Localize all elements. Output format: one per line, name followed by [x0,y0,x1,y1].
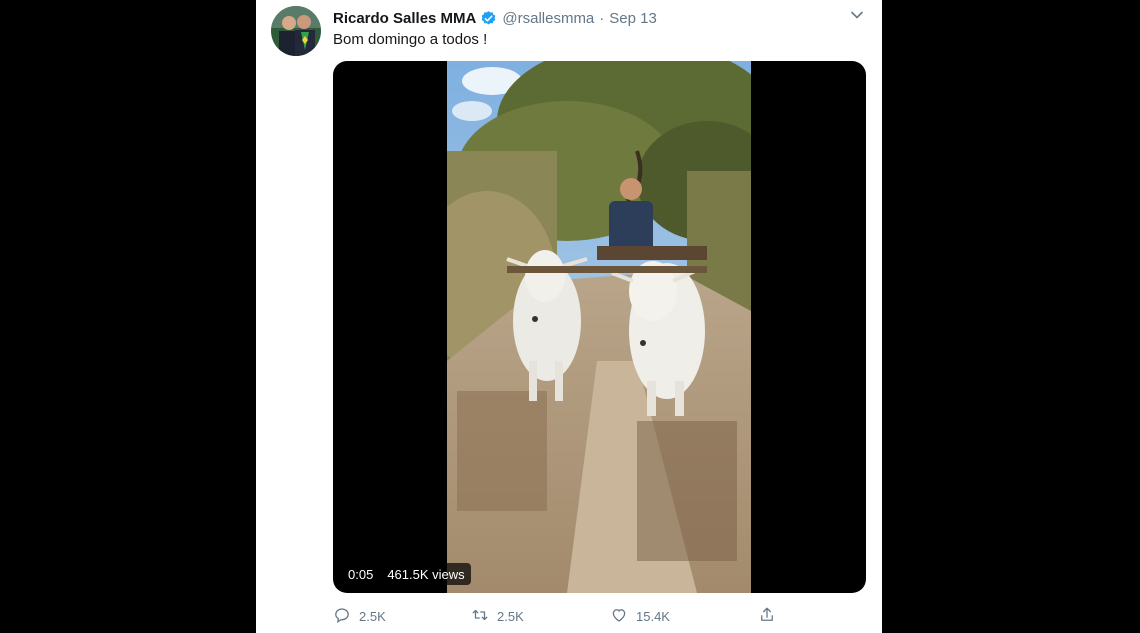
tweet-text: Bom domingo a todos ! [333,31,488,48]
avatar[interactable] [271,6,321,56]
author-name[interactable]: Ricardo Salles MMA [333,10,476,27]
video-player[interactable]: 0:05 461.5K views [333,61,866,593]
reply-icon [333,606,351,627]
video-time: 0:05 [348,566,374,582]
retweet-count: 2.5K [497,608,524,624]
author-handle[interactable]: @rsallesmma [502,10,594,27]
retweet-icon [471,606,489,627]
video-info-overlay: 0:05 461.5K views [342,563,471,585]
tweet-actions: 2.5K 2.5K 15.4K [333,603,866,629]
reply-button[interactable]: 2.5K [333,603,386,629]
chevron-down-icon[interactable] [848,6,866,24]
retweet-button[interactable]: 2.5K [471,603,524,629]
reply-count: 2.5K [359,608,386,624]
tweet-header: Ricardo Salles MMA @rsallesmma · Sep 13 [333,8,657,28]
tweet-date[interactable]: Sep 13 [609,10,657,27]
video-frame[interactable] [417,61,777,593]
like-icon [610,606,628,627]
video-views: 461.5K views [387,566,465,582]
like-count: 15.4K [636,608,670,624]
share-icon [758,606,776,627]
tweet-card[interactable]: Ricardo Salles MMA @rsallesmma · Sep 13 … [256,0,882,633]
separator-dot: · [599,9,605,27]
share-button[interactable] [758,603,776,629]
verified-badge-icon [480,10,497,27]
like-button[interactable]: 15.4K [610,603,670,629]
